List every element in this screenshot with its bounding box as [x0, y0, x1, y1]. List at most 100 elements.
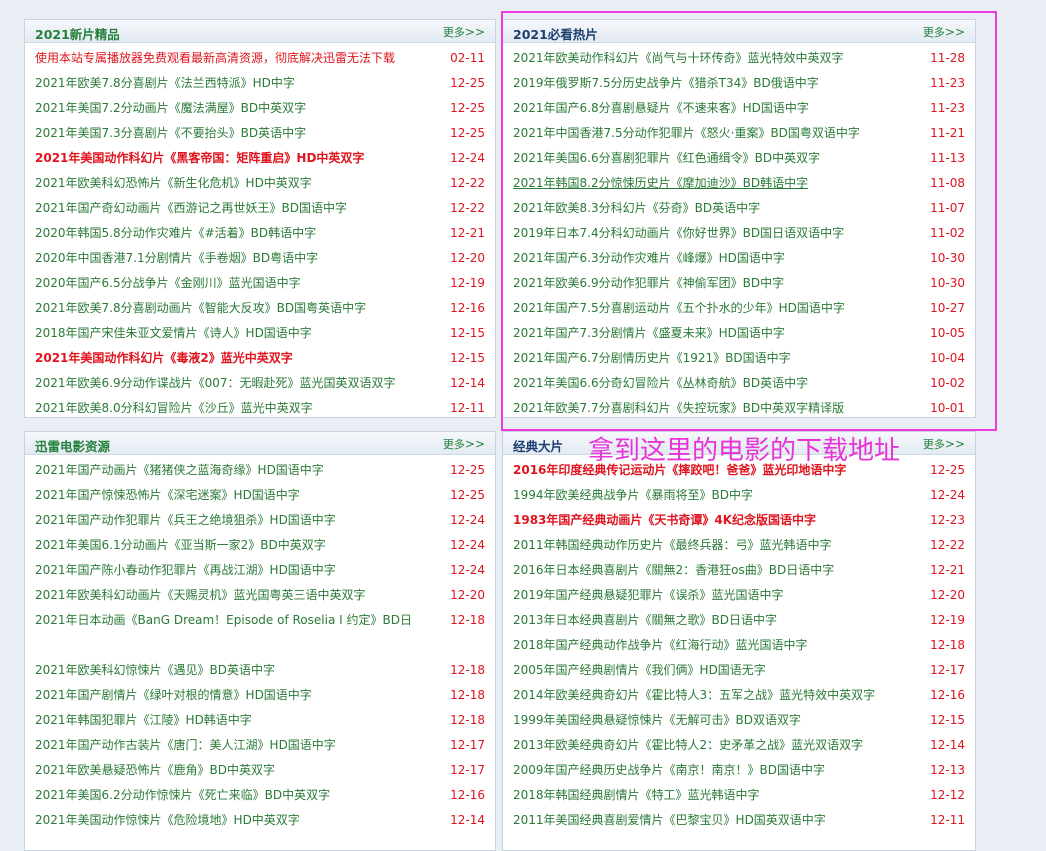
movie-link[interactable]: 2021年欧美科幻动画片《天赐灵机》蓝光国粤英三语中英双字: [35, 583, 439, 608]
date-label: 12-14: [450, 813, 485, 827]
movie-link[interactable]: 2021年美国7.3分喜剧片《不要抬头》BD英语中字: [35, 121, 439, 146]
movie-link[interactable]: 2021年欧美8.3分科幻片《芬奇》BD英语中字: [513, 196, 919, 221]
list-item: 2021年美国6.6分奇幻冒险片《丛林奇航》BD英语中字 10-02: [503, 371, 975, 396]
movie-link[interactable]: 2021年欧美7.8分喜剧动画片《智能大反攻》BD国粤英语中字: [35, 296, 439, 321]
movie-link[interactable]: 2021年欧美悬疑恐怖片《鹿角》BD中英双字: [35, 758, 439, 783]
movie-link[interactable]: 2021年美国6.6分喜剧犯罪片《红色通缉令》BD中英双字: [513, 146, 919, 171]
movie-link[interactable]: 2021年欧美7.8分喜剧片《法兰西特派》HD中字: [35, 71, 439, 96]
panel-xunlei: 迅雷电影资源 更多>> 2021年国产动画片《猪猪侠之蓝海奇缘》HD国语中字 12…: [24, 431, 496, 851]
movie-link[interactable]: 2021年国产6.3分动作灾难片《峰爆》HD国语中字: [513, 246, 919, 271]
movie-link[interactable]: 2016年日本经典喜剧片《關無2：香港狂os曲》BD日语中字: [513, 558, 919, 583]
movie-link[interactable]: 2021年国产惊悚恐怖片《深宅迷案》HD国语中字: [35, 483, 439, 508]
movie-link[interactable]: 2021年国产奇幻动画片《西游记之再世妖王》BD国语中字: [35, 196, 439, 221]
movie-link[interactable]: 2021年美国6.1分动画片《亚当斯一家2》BD中英双字: [35, 533, 439, 558]
date-label: 12-14: [930, 738, 965, 752]
movie-link[interactable]: 2021年美国动作科幻片《黑客帝国：矩阵重启》HD中英双字: [35, 146, 439, 171]
list-item: 2021年欧美科幻恐怖片《新生化危机》HD中英双字 12-22: [25, 171, 495, 196]
movie-link[interactable]: 2013年欧美经典奇幻片《霍比特人2：史矛革之战》蓝光双语双字: [513, 733, 919, 758]
date-label: 12-20: [450, 588, 485, 602]
movie-link[interactable]: 2018年国产宋佳朱亚文爱情片《诗人》HD国语中字: [35, 321, 439, 346]
movie-link[interactable]: 2021年韩国犯罪片《江陵》HD韩语中字: [35, 708, 439, 733]
movie-link[interactable]: 2021年美国7.2分动画片《魔法满屋》BD中英双字: [35, 96, 439, 121]
movie-link[interactable]: 2021年国产陈小春动作犯罪片《再战江湖》HD国语中字: [35, 558, 439, 583]
date-label: 10-27: [930, 301, 965, 315]
movie-link[interactable]: 2021年国产6.7分剧情历史片《1921》BD国语中字: [513, 346, 919, 371]
list-item: 1983年国产经典动画片《天书奇谭》4K纪念版国语中字 12-23: [503, 508, 975, 533]
movie-link[interactable]: 2021年欧美6.9分动作谍战片《007：无暇赴死》蓝光国英双语双字: [35, 371, 439, 396]
movie-link[interactable]: 1983年国产经典动画片《天书奇谭》4K纪念版国语中字: [513, 508, 919, 533]
date-label: 12-17: [930, 663, 965, 677]
movie-link[interactable]: 2021年国产动画片《猪猪侠之蓝海奇缘》HD国语中字: [35, 458, 439, 483]
movie-link[interactable]: 2021年国产剧情片《绿叶对根的情意》HD国语中字: [35, 683, 439, 708]
movie-link[interactable]: 2021年欧美7.7分喜剧科幻片《失控玩家》BD中英双字精译版: [513, 396, 919, 417]
movie-link[interactable]: 2019年俄罗斯7.5分历史战争片《猎杀T34》BD俄语中字: [513, 71, 919, 96]
movie-link[interactable]: 2014年欧美经典奇幻片《霍比特人3：五军之战》蓝光特效中英双字: [513, 683, 919, 708]
movie-link[interactable]: 1999年美国经典悬疑惊悚片《无解可击》BD双语双字: [513, 708, 919, 733]
movie-link[interactable]: 1994年欧美经典战争片《暴雨将至》BD中字: [513, 483, 919, 508]
list-item: 2011年美国经典喜剧爱情片《巴黎宝贝》HD国英双语中字 12-11: [503, 808, 975, 833]
movie-link[interactable]: 2021年美国动作惊悚片《危险境地》HD中英双字: [35, 808, 439, 833]
movie-link[interactable]: 2021年美国6.6分奇幻冒险片《丛林奇航》BD英语中字: [513, 371, 919, 396]
movie-link[interactable]: 2021年国产动作古装片《唐门：美人江湖》HD国语中字: [35, 733, 439, 758]
movie-link[interactable]: 2011年韩国经典动作历史片《最终兵器：弓》蓝光韩语中字: [513, 533, 919, 558]
more-link[interactable]: 更多>>: [923, 24, 965, 40]
movie-link[interactable]: 2020年中国香港7.1分剧情片《手卷烟》BD粤语中字: [35, 246, 439, 271]
movie-link[interactable]: 2020年韩国5.8分动作灾难片《#活着》BD韩语中字: [35, 221, 439, 246]
list-item: 2021年国产6.8分喜剧悬疑片《不速来客》HD国语中字 11-23: [503, 96, 975, 121]
movie-list: 使用本站专属播放器免费观看最新高清资源，彻底解决迅雷无法下载 02-11 2021年…: [25, 43, 495, 417]
date-label: 12-18: [450, 688, 485, 702]
date-label: 02-11: [450, 51, 485, 65]
date-label: 11-28: [930, 51, 965, 65]
movie-link[interactable]: 2021年国产动作犯罪片《兵王之绝境狙杀》HD国语中字: [35, 508, 439, 533]
date-label: 12-25: [450, 463, 485, 477]
movie-link[interactable]: 2021年日本动画《BanG Dream！Episode of Roselia …: [35, 608, 439, 633]
list-item: 2021年国产6.3分动作灾难片《峰爆》HD国语中字 10-30: [503, 246, 975, 271]
date-label: 12-15: [450, 351, 485, 365]
movie-link[interactable]: 2021年欧美科幻恐怖片《新生化危机》HD中英双字: [35, 171, 439, 196]
date-label: 10-04: [930, 351, 965, 365]
movie-link[interactable]: 2020年国产6.5分战争片《金刚川》蓝光国语中字: [35, 271, 439, 296]
movie-link[interactable]: 2021年国产7.5分喜剧运动片《五个扑水的少年》HD国语中字: [513, 296, 919, 321]
movie-link[interactable]: 2019年日本7.4分科幻动画片《你好世界》BD国日语双语中字: [513, 221, 919, 246]
date-label: 12-12: [930, 788, 965, 802]
date-label: 12-19: [450, 276, 485, 290]
list-item: 2019年国产经典悬疑犯罪片《误杀》蓝光国语中字 12-20: [503, 583, 975, 608]
list-item: 2013年日本经典喜剧片《關無之歌》BD日语中字 12-19: [503, 608, 975, 633]
more-link[interactable]: 更多>>: [443, 436, 485, 452]
movie-link[interactable]: 2018年韩国经典剧情片《特工》蓝光韩语中字: [513, 783, 919, 808]
more-link[interactable]: 更多>>: [923, 436, 965, 452]
date-label: 10-30: [930, 276, 965, 290]
list-item: 2014年欧美经典奇幻片《霍比特人3：五军之战》蓝光特效中英双字 12-16: [503, 683, 975, 708]
list-item: 2021年美国6.6分喜剧犯罪片《红色通缉令》BD中英双字 11-13: [503, 146, 975, 171]
movie-link[interactable]: 2021年欧美科幻惊悚片《遇见》BD英语中字: [35, 658, 439, 683]
panel-title: 迅雷电影资源: [35, 439, 111, 454]
more-link[interactable]: 更多>>: [443, 24, 485, 40]
date-label: 12-22: [450, 201, 485, 215]
movie-link[interactable]: 2021年韩国8.2分惊悚历史片《摩加迪沙》BD韩语中字: [513, 171, 919, 196]
movie-link[interactable]: 2021年国产6.8分喜剧悬疑片《不速来客》HD国语中字: [513, 96, 919, 121]
date-label: 11-23: [930, 101, 965, 115]
date-label: 11-02: [930, 226, 965, 240]
list-item: 2021年美国动作惊悚片《危险境地》HD中英双字 12-14: [25, 808, 495, 833]
date-label: 12-15: [450, 326, 485, 340]
list-item: 2021年国产动画片《猪猪侠之蓝海奇缘》HD国语中字 12-25: [25, 458, 495, 483]
panel-title: 2021新片精品: [35, 27, 120, 42]
movie-link[interactable]: 2013年日本经典喜剧片《關無之歌》BD日语中字: [513, 608, 919, 633]
movie-link[interactable]: 2018年国产经典动作战争片《红海行动》蓝光国语中字: [513, 633, 919, 658]
list-item: 2020年国产6.5分战争片《金刚川》蓝光国语中字 12-19: [25, 271, 495, 296]
movie-link[interactable]: 2021年国产7.3分剧情片《盛夏未来》HD国语中字: [513, 321, 919, 346]
movie-link[interactable]: 2005年国产经典剧情片《我们俩》HD国语无字: [513, 658, 919, 683]
movie-link[interactable]: 2021年欧美6.9分动作犯罪片《神偷军团》BD中字: [513, 271, 919, 296]
movie-link[interactable]: 2011年美国经典喜剧爱情片《巴黎宝贝》HD国英双语中字: [513, 808, 919, 833]
movie-link[interactable]: 2009年国产经典历史战争片《南京！南京！》BD国语中字: [513, 758, 919, 783]
list-item: 2021年美国动作科幻片《黑客帝国：矩阵重启》HD中英双字 12-24: [25, 146, 495, 171]
movie-link[interactable]: 2021年中国香港7.5分动作犯罪片《怒火·重案》BD国粤双语中字: [513, 121, 919, 146]
movie-link[interactable]: 2021年美国6.2分动作惊悚片《死亡来临》BD中英双字: [35, 783, 439, 808]
movie-link[interactable]: 2021年欧美8.0分科幻冒险片《沙丘》蓝光中英双字: [35, 396, 439, 417]
movie-link[interactable]: 使用本站专属播放器免费观看最新高清资源，彻底解决迅雷无法下载: [35, 46, 439, 71]
movie-link[interactable]: 2021年欧美动作科幻片《尚气与十环传奇》蓝光特效中英双字: [513, 46, 919, 71]
date-label: 10-01: [930, 401, 965, 415]
movie-link[interactable]: 2021年美国动作科幻片《毒液2》蓝光中英双字: [35, 346, 439, 371]
movie-link[interactable]: 2019年国产经典悬疑犯罪片《误杀》蓝光国语中字: [513, 583, 919, 608]
list-item: 2005年国产经典剧情片《我们俩》HD国语无字 12-17: [503, 658, 975, 683]
